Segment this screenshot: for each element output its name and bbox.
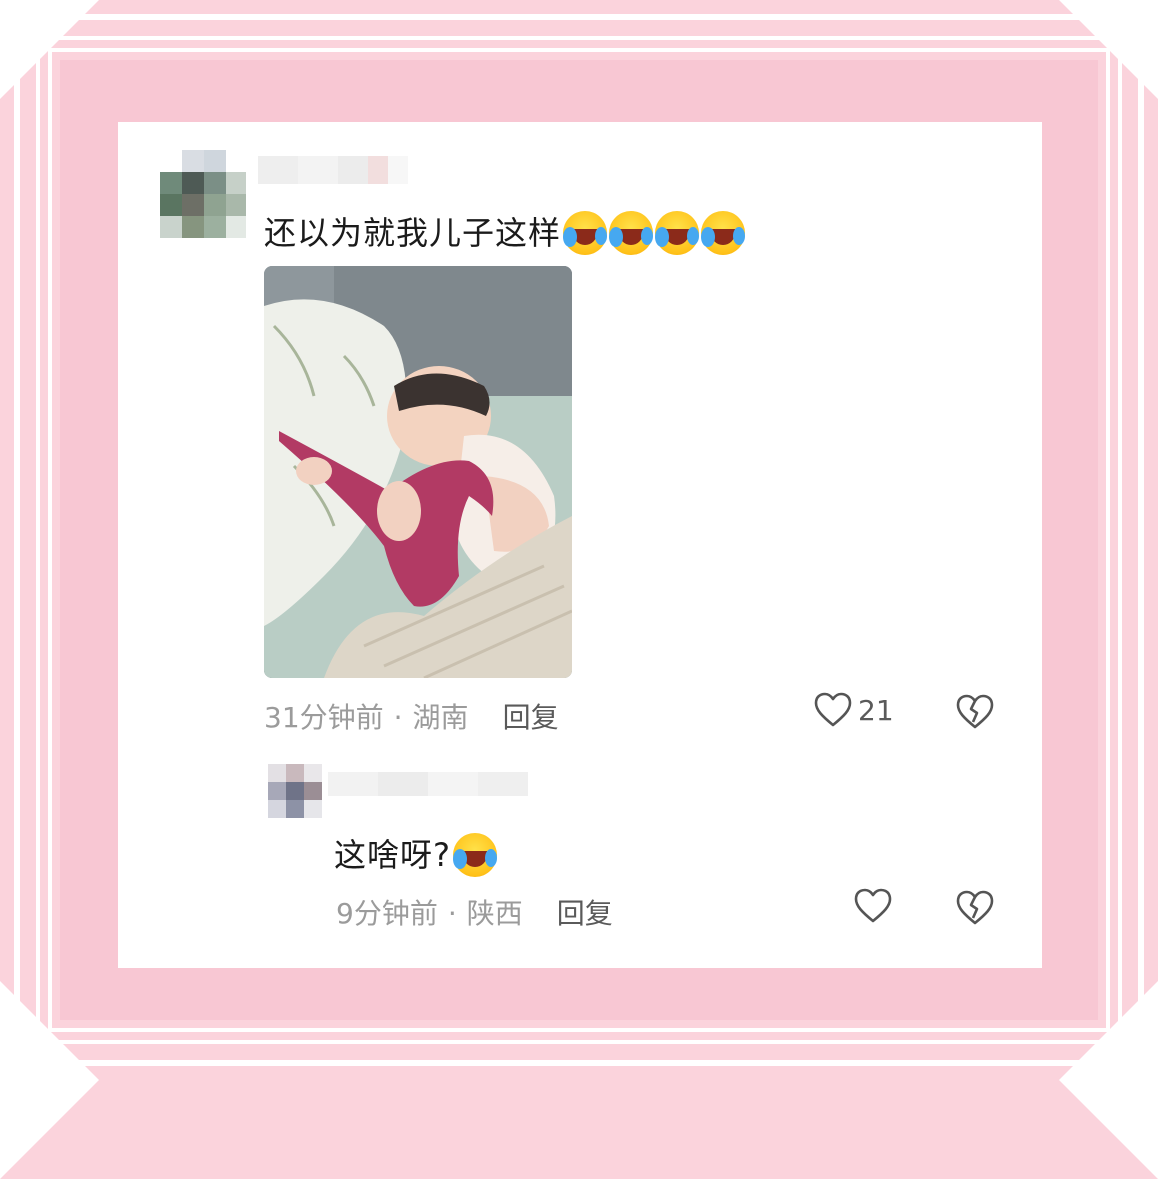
dislike-button[interactable] [956, 890, 994, 930]
comment-time: 31分钟前 [264, 701, 384, 734]
emoji-group [453, 833, 497, 877]
comment-time: 9分钟前 [336, 897, 438, 930]
username-blurred[interactable] [258, 156, 408, 184]
like-button[interactable]: 21 [814, 692, 894, 728]
like-button[interactable] [854, 888, 892, 924]
comment-meta: 9分钟前 · 陕西 回复 [336, 892, 613, 932]
comment-card: 还以为就我儿子这样 31分钟前 · 湖南 回复 21 这啥呀? 9分钟前 · 陕… [118, 122, 1042, 968]
heart-icon [854, 888, 892, 923]
comment-location: 湖南 [412, 701, 469, 734]
comment-meta: 31分钟前 · 湖南 回复 [264, 696, 559, 736]
avatar-blurred[interactable] [268, 764, 322, 822]
comment-text: 还以为就我儿子这样 [264, 208, 746, 257]
separator: · [393, 701, 403, 734]
comment-location: 陕西 [466, 897, 523, 930]
rolling-laughing-emoji [563, 211, 608, 255]
photo-illustration [264, 266, 572, 678]
reply-button[interactable]: 回复 [557, 897, 613, 930]
avatar-blurred[interactable] [160, 150, 246, 246]
rolling-laughing-emoji [701, 211, 746, 255]
rolling-laughing-emoji [453, 833, 497, 877]
comment-photo[interactable] [264, 266, 572, 678]
separator: · [447, 897, 457, 930]
emoji-group [563, 211, 746, 255]
rolling-laughing-emoji [609, 211, 654, 255]
broken-heart-icon [956, 890, 994, 925]
reply-button[interactable]: 回复 [503, 701, 559, 734]
like-count: 21 [858, 693, 894, 727]
rolling-laughing-emoji [655, 211, 700, 255]
username-blurred[interactable] [328, 772, 528, 796]
dislike-button[interactable] [956, 694, 994, 734]
comment-text: 这啥呀? [334, 830, 497, 879]
heart-icon [814, 692, 852, 727]
broken-heart-icon [956, 694, 994, 729]
